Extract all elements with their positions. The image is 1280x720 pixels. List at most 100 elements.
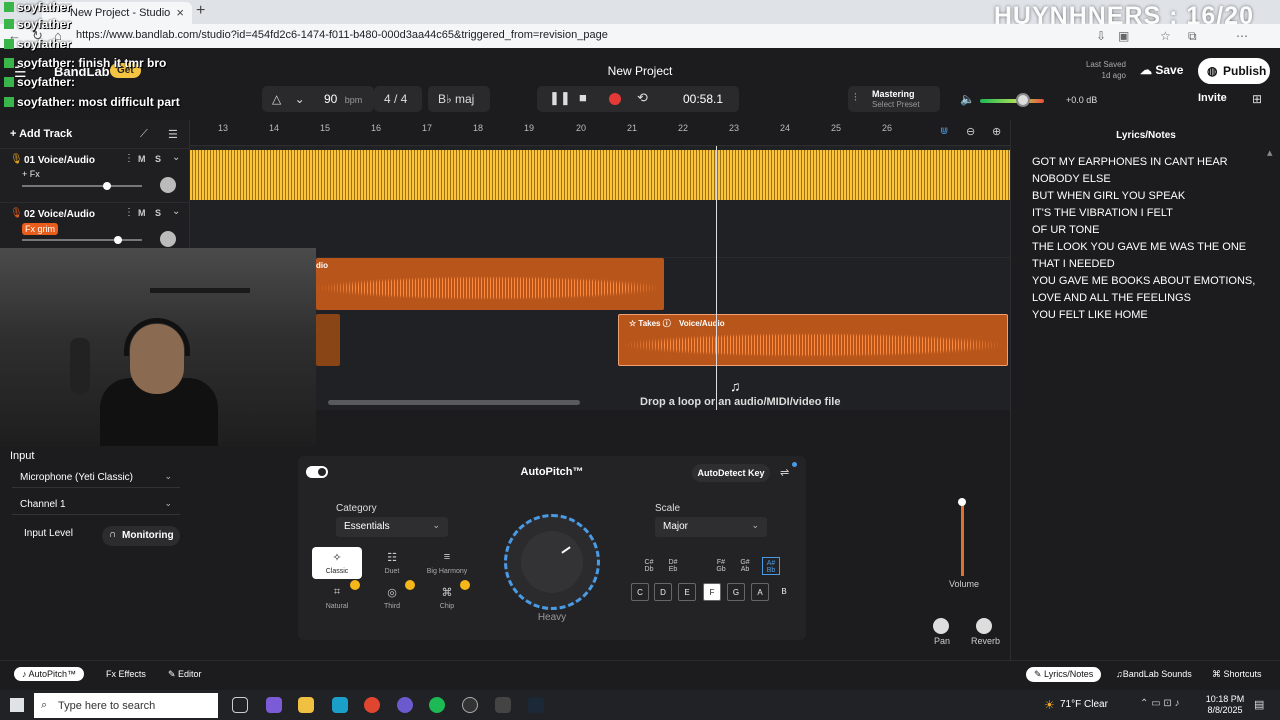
tempo-value[interactable]: 90 [324,92,337,106]
master-volume-knob[interactable] [1016,93,1030,107]
loop-icon[interactable]: ⟲ [637,90,648,106]
effects-tab[interactable]: Fx Effects [98,667,154,681]
weather-text[interactable]: 71°F Clear [1060,699,1108,710]
drop-zone-text[interactable]: Drop a loop or an audio/MIDI/video file [640,396,840,408]
takes-clip[interactable]: ☆ Takes ⓘ Voice/Audio [618,314,1008,366]
fx-button[interactable]: + Fx [22,169,40,179]
track-volume-knob[interactable] [103,182,111,190]
url-text[interactable]: https://www.bandlab.com/studio?id=454fd2… [76,29,608,41]
zoom-out-icon[interactable]: ⊖ [966,125,975,138]
time-signature[interactable]: 4 / 4 [374,86,422,112]
scrollbar-icon[interactable]: ▴ [1267,146,1273,159]
chevron-down-icon[interactable]: ⌄ [172,206,180,217]
preset-big-harmony[interactable]: ≡ Big Harmony [422,547,472,579]
key-csharp[interactable]: C# Db [640,557,658,575]
key-gsharp[interactable]: G# Ab [736,557,754,575]
lyric-line[interactable]: YOU GAVE ME BOOKS ABOUT EMOTIONS, [1032,275,1255,287]
playhead[interactable] [716,146,717,410]
lyric-line[interactable]: NOBODY ELSE [1032,173,1111,185]
edge-icon[interactable] [332,697,348,713]
key-f[interactable]: F [703,583,721,601]
lyric-line[interactable]: IT'S THE VIBRATION I FELT [1032,207,1173,219]
lyric-line[interactable]: LOVE AND ALL THE FEELINGS [1032,292,1191,304]
star-icon[interactable]: ☆ [1160,29,1171,43]
category-select[interactable]: Essentials ⌄ [336,517,448,537]
lyric-line[interactable]: THE LOOK YOU GAVE ME WAS THE ONE [1032,241,1246,253]
system-clock[interactable]: 10:18 PM 8/8/2025 [1200,694,1250,716]
mastering-button[interactable]: ⫶ Mastering Select Preset [848,86,940,112]
track-name[interactable]: 01 Voice/Audio [24,155,95,166]
obs-icon[interactable] [397,697,413,713]
key-dsharp[interactable]: D# Eb [664,557,682,575]
new-tab-icon[interactable]: + [196,2,205,20]
screenshot-icon[interactable]: ▣ [1118,29,1129,43]
scale-select[interactable]: Major ⌄ [655,517,767,537]
steam-icon[interactable] [528,697,544,713]
solo-button[interactable]: S [155,208,161,218]
key-e[interactable]: E [678,583,696,601]
chrome-icon[interactable] [364,697,380,713]
preset-chip[interactable]: ⌘ Chip [422,580,472,614]
audio-clip[interactable]: dio [316,258,664,310]
key-asharp[interactable]: A# Bb [762,557,780,575]
track-volume-slider[interactable] [22,185,142,187]
preset-natural[interactable]: ⌗ Natural [312,580,362,614]
pan-knob[interactable] [933,618,949,634]
collections-icon[interactable]: ⧉ [1188,29,1197,44]
lyric-line[interactable]: YOU FELT LIKE HOME [1032,309,1148,321]
horizontal-scrollbar[interactable] [328,400,580,405]
task-view-icon[interactable] [232,697,248,713]
autopitch-tab[interactable]: ♪ AutoPitch™ [14,667,85,681]
key-fsharp[interactable]: F# Gb [712,557,730,575]
track-name[interactable]: 02 Voice/Audio [24,209,95,220]
preset-third[interactable]: ◎ Third [367,580,417,614]
spotify-icon[interactable] [429,697,445,713]
tempo-control[interactable]: △ ⌄ 90 bpm [262,86,374,112]
fx-button[interactable]: Fx grim [22,223,58,235]
file-explorer-icon[interactable] [298,697,314,713]
stop-icon[interactable]: ■ [579,90,587,105]
volume-fader-knob[interactable] [958,498,966,506]
key-c[interactable]: C [631,583,649,601]
gift-icon[interactable]: ⊞ [1252,92,1262,106]
speaker-icon[interactable]: 🔈 [960,92,975,106]
lyric-line[interactable]: OF UR TONE [1032,224,1099,236]
settings-sliders-icon[interactable]: ⇌ [780,466,789,479]
windows-start-icon[interactable] [10,698,24,712]
pan-knob[interactable] [160,231,176,247]
notification-icon[interactable]: ▤ [1254,698,1264,711]
track-row-01[interactable]: 🎙 01 Voice/Audio ⋮ M S ⌄ + Fx [0,148,190,202]
track-volume-slider[interactable] [22,239,142,241]
preset-duet[interactable]: ☷ Duet [367,547,417,579]
pause-icon[interactable]: ❚❚ [549,90,571,106]
track-menu-icon[interactable]: ⋮ [124,153,134,164]
menu-dots-icon[interactable]: ⋯ [1236,29,1248,43]
master-volume-slider[interactable] [980,99,1044,103]
metronome-icon[interactable]: △ [272,92,281,106]
reverb-knob[interactable] [976,618,992,634]
autodetect-key-button[interactable]: AutoDetect Key [692,464,770,482]
key-a[interactable]: A [751,583,769,601]
invite-button[interactable]: Invite [1198,92,1227,104]
key-d[interactable]: D [654,583,672,601]
pan-knob[interactable] [160,177,176,193]
mute-button[interactable]: M [138,154,146,164]
strength-dial[interactable] [504,514,600,610]
add-track-button[interactable]: + Add Track [10,128,72,140]
track-menu-icon[interactable]: ⋮ [124,207,134,218]
tools-icon[interactable]: ⟋ [140,128,148,141]
editor-tab[interactable]: ✎ Editor [160,667,210,682]
app-icon[interactable] [495,697,511,713]
preset-classic[interactable]: ✧ Classic [312,547,362,579]
input-channel-select[interactable]: Channel 1 ⌄ [12,495,180,515]
save-button[interactable]: ☁ Save [1134,58,1189,82]
zoom-in-icon[interactable]: ⊕ [992,125,1001,138]
audio-clip-fragment[interactable] [316,314,340,366]
key-b[interactable]: B [775,583,793,601]
timeline-ruler[interactable]: 13 14 15 16 17 18 19 20 21 22 23 24 25 2… [190,120,1010,146]
solo-button[interactable]: S [155,154,161,164]
record-icon[interactable] [609,93,621,105]
track-settings-icon[interactable]: ☰ [168,128,178,141]
shortcuts-tab[interactable]: ⌘ Shortcuts [1204,667,1270,682]
lyric-line[interactable]: GOT MY EARPHONES IN CANT HEAR [1032,156,1228,168]
